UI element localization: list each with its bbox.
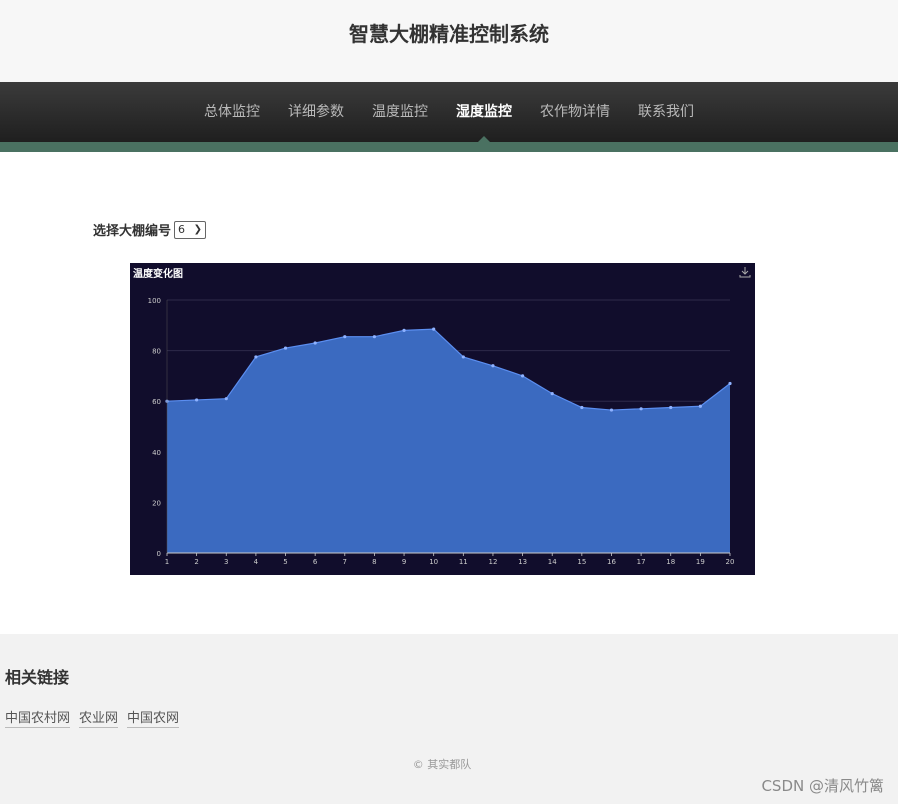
nav-item-detailed-parameters[interactable]: 详细参数 [274,82,358,142]
header: 智慧大棚精准控制系统 [0,0,898,82]
data-point [402,328,406,332]
nav-list: 总体监控 详细参数 温度监控 湿度监控 农作物详情 联系我们 [0,82,898,142]
data-point [669,405,673,410]
watermark: CSDN @清风竹篱 [761,777,884,795]
x-tick-label: 11 [459,558,468,566]
data-point [609,408,614,412]
site-title: 智慧大棚精准控制系统 [349,22,549,46]
y-tick-label: 20 [152,499,161,507]
data-point [728,381,732,386]
x-tick-label: 12 [488,558,497,566]
data-point [461,355,465,359]
data-point [520,374,525,378]
data-point [580,405,584,410]
x-tick-label: 19 [696,558,705,566]
x-tick-label: 17 [637,558,646,566]
x-tick-label: 7 [343,558,347,566]
data-point [254,355,258,359]
download-icon[interactable] [739,266,751,278]
data-point [639,407,643,411]
nav-item-humidity-monitoring[interactable]: 湿度监控 [442,82,526,142]
x-tick-label: 15 [577,558,586,566]
chevron-down-icon: ❯ [193,224,203,235]
footer: 相关链接 中国农村网 农业网 中国农网 © 其实都队 CSDN @清风竹篱 [0,634,898,804]
data-point [432,327,436,331]
data-point [698,404,702,408]
x-tick-label: 20 [726,558,735,566]
data-point [343,335,347,339]
y-tick-label: 80 [152,348,161,356]
footer-link-china-rural[interactable]: 中国农村网 [5,707,71,728]
nav-item-temperature-monitoring[interactable]: 温度监控 [358,82,442,142]
x-tick-label: 13 [518,558,527,566]
x-tick-label: 16 [607,558,616,566]
footer-links: 中国农村网 农业网 中国农网 [5,707,180,728]
y-tick-label: 60 [152,398,161,406]
footer-link-agriculture[interactable]: 农业网 [79,707,119,728]
data-point [491,364,495,368]
x-tick-label: 6 [313,558,318,566]
x-tick-label: 9 [402,558,406,566]
data-point [224,397,228,401]
copyright: © 其实都队 [412,758,472,771]
x-tick-label: 14 [548,558,557,566]
footer-link-china-agri[interactable]: 中国农网 [127,707,180,728]
x-tick-label: 8 [372,558,376,566]
nav-item-overall-monitoring[interactable]: 总体监控 [190,82,274,142]
x-tick-label: 10 [429,558,438,566]
humidity-chart: 0 20 40 60 80 100 1 2 3 4 5 6 7 8 9 10 11 12 13 14 15 16 17 18 1… [130,263,755,575]
data-point [313,341,317,345]
y-tick-label: 40 [152,449,161,457]
chart-title: 温度变化图 [133,269,183,280]
greenhouse-selector: 选择大棚编号 6 ❯ [93,220,207,239]
x-tick-label: 2 [194,558,198,566]
data-point [195,398,199,402]
data-point [550,392,554,396]
navbar: 总体监控 详细参数 温度监控 湿度监控 农作物详情 联系我们 [0,82,898,142]
y-tick-label: 0 [157,550,161,558]
nav-item-crop-details[interactable]: 农作物详情 [526,82,624,142]
nav-item-contact-us[interactable]: 联系我们 [624,82,708,142]
greenhouse-number-select[interactable]: 6 ❯ [174,220,207,239]
greenhouse-number-value: 6 [178,223,186,236]
chart-canvas: 0204060801001 2 3 4 5 6 7 8 9 10 11 12 13 14 15 16 17 18 1… [148,297,735,566]
x-tick-label: 4 [254,558,259,566]
x-tick-label: 5 [283,558,287,566]
x-tick-label: 1 [165,558,169,566]
y-tick-label: 100 [148,297,161,305]
nav-accent-strip [0,142,898,152]
x-tick-label: 18 [666,558,675,566]
data-point [283,346,288,350]
footer-heading: 相关链接 [5,668,70,687]
greenhouse-selector-label: 选择大棚编号 [93,224,172,239]
x-tick-label: 3 [224,558,228,566]
data-point [372,335,377,339]
